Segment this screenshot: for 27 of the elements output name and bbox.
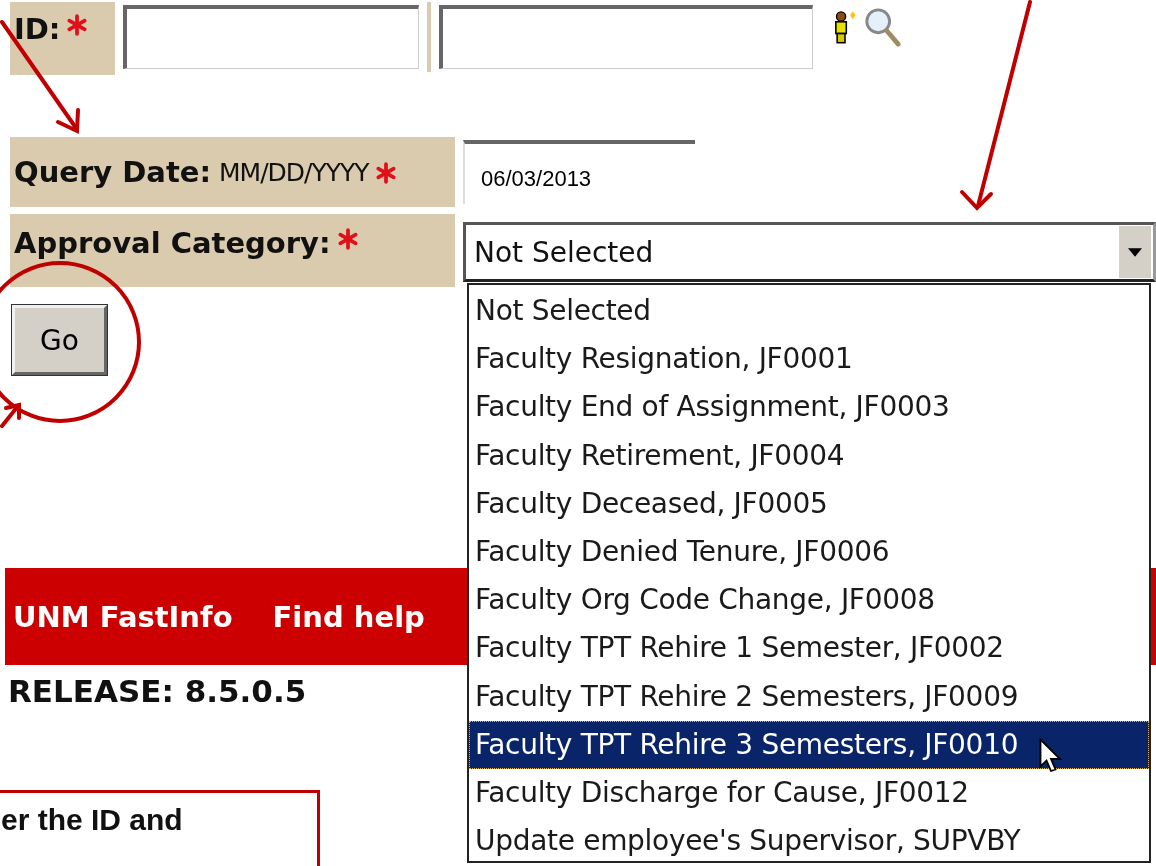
go-button[interactable]: Go — [12, 305, 107, 375]
dropdown-option[interactable]: Faculty TPT Rehire 2 Semesters, JF0009 — [469, 672, 1149, 721]
date-format-hint: MM/DD/YYYY — [219, 157, 369, 187]
dropdown-option[interactable]: Faculty Retirement, JF0004 — [469, 431, 1149, 480]
mouse-cursor-icon — [1039, 738, 1063, 774]
callout-text: er the ID and — [1, 803, 183, 836]
dropdown-option[interactable]: Not Selected — [469, 287, 1149, 336]
category-dropdown[interactable]: Not Selected — [463, 222, 1156, 282]
dropdown-option[interactable]: Update employee's Supervisor, SUPVBY — [469, 817, 1149, 866]
date-input-field[interactable]: 06/03/2013 — [463, 140, 695, 204]
footer-link[interactable]: Find help — [272, 599, 425, 634]
approval-category-label: Approval Category: — [14, 226, 331, 260]
dropdown-option[interactable]: Faculty Discharge for Cause, JF0012 — [469, 768, 1149, 818]
dropdown-option[interactable]: Faculty Denied Tenure, JF0006 — [469, 527, 1149, 577]
dropdown-option[interactable]: Faculty Deceased, JF0005 — [469, 479, 1149, 528]
name-input-field[interactable] — [439, 5, 813, 69]
annotation-arrow — [0, 402, 21, 428]
id-label: ID: — [14, 12, 61, 46]
dropdown-option[interactable]: Faculty Resignation, JF0001 — [469, 335, 1149, 384]
query-date-label: Query Date: — [14, 155, 212, 189]
id-input-field[interactable] — [123, 5, 419, 69]
dropdown-option[interactable]: Faculty TPT Rehire 1 Semester, JF0002 — [469, 624, 1149, 673]
dropdown-option[interactable]: Faculty Org Code Change, JF0008 — [469, 576, 1149, 625]
footer-link[interactable]: UNM FastInfo — [13, 599, 233, 634]
dropdown-option[interactable]: Faculty End of Assignment, JF0003 — [469, 383, 1149, 432]
release-version: RELEASE: 8.5.0.5 — [8, 673, 307, 709]
dropdown-option[interactable]: Faculty TPT Rehire 3 Semesters, JF0010 — [469, 720, 1149, 769]
